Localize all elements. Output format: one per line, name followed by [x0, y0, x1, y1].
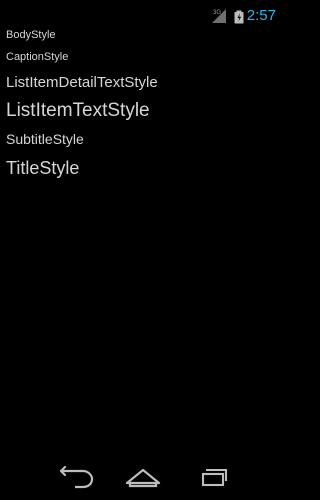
- home-button[interactable]: [120, 460, 166, 490]
- recents-icon: [201, 468, 228, 487]
- list-item-text-style: ListItemTextStyle: [6, 100, 150, 121]
- battery-icon: [234, 9, 244, 24]
- home-icon: [125, 468, 161, 488]
- caption-style-text: CaptionStyle: [6, 51, 69, 63]
- status-time: 2:57: [246, 7, 276, 24]
- status-bar: 3G 2:57: [0, 0, 286, 26]
- recents-button[interactable]: [191, 460, 237, 490]
- style-list: BodyStyle CaptionStyle ListItemDetailTex…: [0, 26, 286, 452]
- subtitle-style-text: SubtitleStyle: [6, 131, 84, 147]
- body-style-text: BodyStyle: [6, 29, 56, 41]
- navigation-bar: [0, 452, 286, 500]
- network-label: 3G: [213, 10, 221, 16]
- android-screen: 3G 2:57 BodyStyle CaptionStyle ListItemD…: [0, 0, 286, 500]
- back-button[interactable]: [53, 460, 99, 490]
- back-icon: [59, 465, 94, 489]
- signal-icon: 3G: [211, 8, 227, 24]
- title-style-text: TitleStyle: [6, 158, 80, 178]
- list-item-detail-text-style: ListItemDetailTextStyle: [6, 74, 158, 91]
